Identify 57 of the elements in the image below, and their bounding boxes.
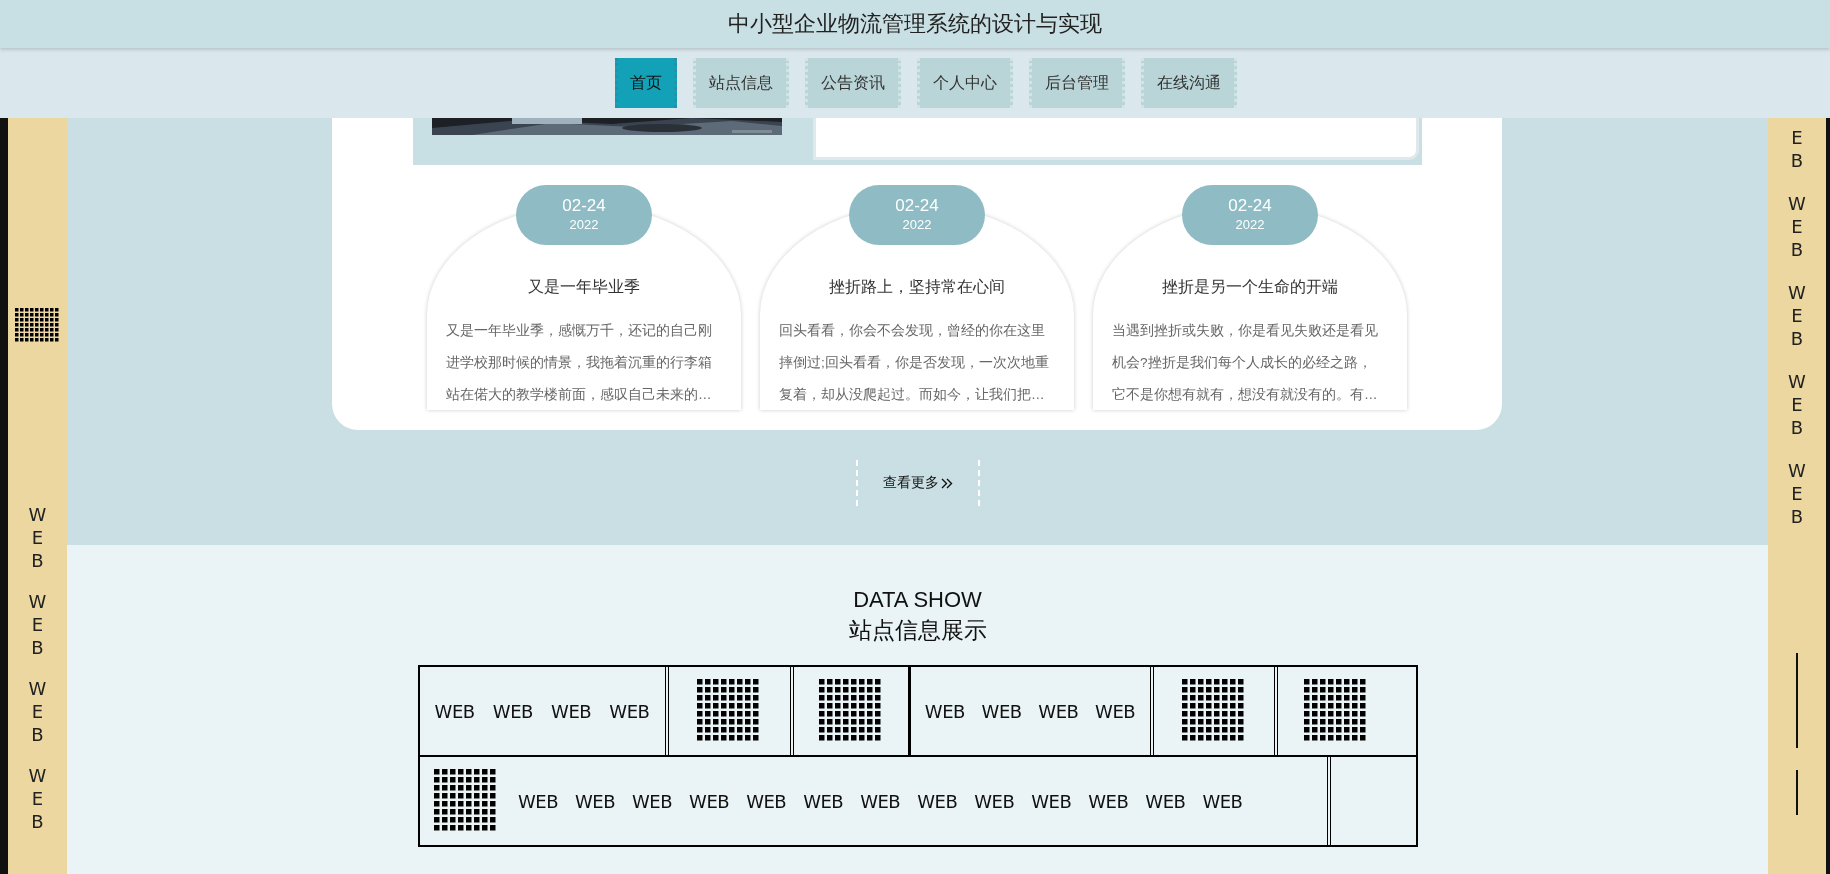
dot-grid-icon <box>15 308 60 343</box>
web-label: WEB <box>492 700 533 722</box>
nav-tab[interactable]: 公告资讯 <box>805 58 901 108</box>
news-excerpt: 又是一年毕业季，感慨万千，还记的自己刚进学校那时候的情景，我拖着沉重的行李箱站在偌大的教学楼前面，感叹自己未来的… <box>446 322 713 404</box>
dot-grid-icon <box>1181 679 1246 743</box>
site-title: 中小型企业物流管理系统的设计与实现 <box>728 10 1102 38</box>
vertical-text: WEB <box>28 677 47 747</box>
web-label: WEB <box>551 700 592 722</box>
web-label: WEB <box>924 700 965 722</box>
web-label: WEB <box>1031 790 1072 812</box>
web-label: WEB <box>981 700 1022 722</box>
web-label: WEB <box>860 790 901 812</box>
vertical-text: WEB <box>1788 459 1806 529</box>
web-label: WEB <box>1145 790 1186 812</box>
web-label: WEB <box>518 790 559 812</box>
web-label: WEB <box>1088 790 1129 812</box>
web-label: WEB <box>689 790 730 812</box>
dot-grid-icon <box>1303 679 1368 743</box>
news-year: 2022 <box>902 216 932 234</box>
section-subtitle: 站点信息展示 <box>848 616 987 645</box>
web-label: WEB <box>917 790 958 812</box>
news-year: 2022 <box>569 216 599 234</box>
vertical-line <box>1796 770 1798 816</box>
web-label: WEB <box>1095 700 1136 722</box>
nav-tab[interactable]: 个人中心 <box>917 58 1013 108</box>
vertical-text: EB <box>1789 126 1805 173</box>
web-label: WEB <box>1038 700 1079 722</box>
web-label: WEB <box>974 790 1015 812</box>
dot-grid-icon <box>433 769 498 833</box>
news-excerpt: 当遇到挫折或失败，你是看见失败还是看见机会?挫折是我们每个人成长的必经之路，它不是你想有就有，想没有就没有的。有… <box>1112 322 1379 404</box>
dot-grid-icon <box>818 679 883 743</box>
web-label: WEB <box>575 790 616 812</box>
web-label: WEB <box>609 700 650 722</box>
vertical-text: WEB <box>28 764 47 834</box>
vertical-text: WEB <box>28 590 47 660</box>
news-title: 挫折是另一个生命的开端 <box>1161 277 1339 297</box>
web-label: WEB <box>632 790 673 812</box>
vertical-text: WEB <box>1788 370 1806 440</box>
web-label: WEB <box>434 700 475 722</box>
news-title: 又是一年毕业季 <box>527 277 641 297</box>
nav-tab[interactable]: 首页 <box>615 58 677 108</box>
news-year: 2022 <box>1235 216 1265 234</box>
vertical-text: WEB <box>28 503 47 573</box>
section-title: DATA SHOW <box>853 586 982 614</box>
web-label: WEB <box>803 790 844 812</box>
news-title: 挫折路上，坚持常在心间 <box>828 277 1006 297</box>
vertical-text: WEB <box>1788 192 1806 262</box>
view-more-link[interactable]: 查看更多 <box>855 460 980 506</box>
web-label: WEB <box>1202 790 1243 812</box>
dot-grid-icon <box>697 679 761 743</box>
nav-tab[interactable]: 在线沟通 <box>1141 58 1237 108</box>
vertical-text: WEB <box>1788 281 1806 351</box>
news-excerpt: 回头看看，你会不会发现，曾经的你在这里摔倒过;回头看看，你是否发现，一次次地重复着，却从没爬起过。而如今，让我们把… <box>779 322 1050 404</box>
double-chevron-icon <box>940 477 953 489</box>
nav-tab[interactable]: 站点信息 <box>693 58 789 108</box>
nav-tab[interactable]: 后台管理 <box>1029 58 1125 108</box>
web-label: WEB <box>746 790 787 812</box>
